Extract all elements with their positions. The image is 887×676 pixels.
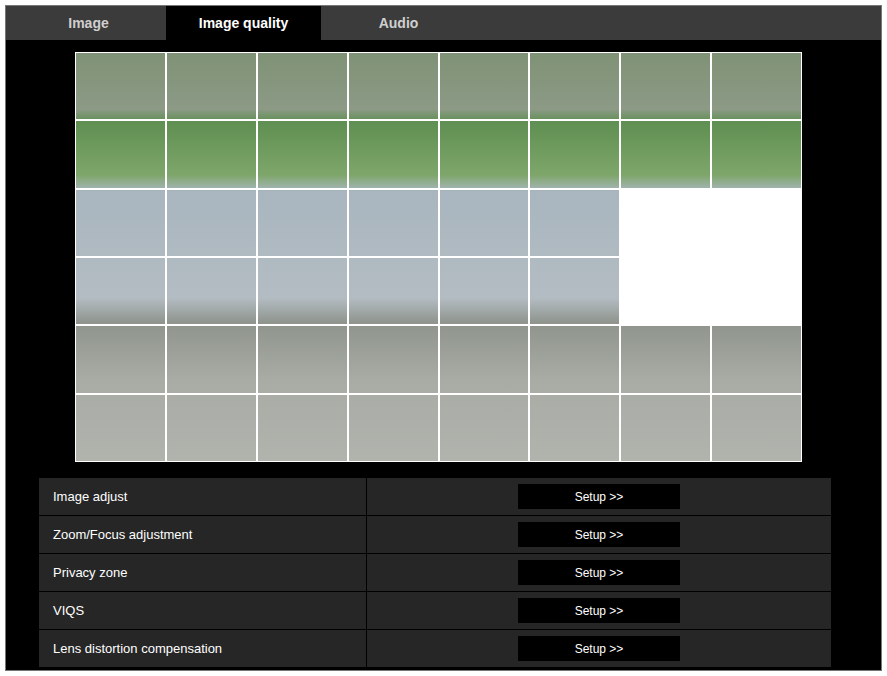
grid-cell[interactable] — [166, 325, 257, 393]
settings-row: VIQS Setup >> — [39, 592, 831, 630]
grid-cell[interactable] — [711, 189, 802, 257]
grid-cell[interactable] — [620, 257, 711, 325]
tab[interactable]: Image — [11, 6, 166, 40]
grid-cell[interactable] — [529, 189, 620, 257]
setup-button[interactable]: Setup >> — [518, 560, 680, 585]
settings-row: Zoom/Focus adjustment Setup >> — [39, 516, 831, 554]
tab-bar: ImageImage qualityAudio — [6, 6, 881, 40]
grid-cell[interactable] — [711, 257, 802, 325]
grid-cell[interactable] — [75, 120, 166, 188]
grid-cell[interactable] — [257, 52, 348, 120]
grid-cell[interactable] — [439, 394, 530, 462]
grid-cell[interactable] — [620, 52, 711, 120]
grid-cell[interactable] — [620, 189, 711, 257]
setup-button[interactable]: Setup >> — [518, 636, 680, 661]
grid-cell[interactable] — [166, 189, 257, 257]
setup-button[interactable]: Setup >> — [518, 522, 680, 547]
button-cell: Setup >> — [367, 554, 831, 591]
grid-cell[interactable] — [75, 325, 166, 393]
grid-cell[interactable] — [257, 120, 348, 188]
grid-cell[interactable] — [439, 325, 530, 393]
grid-cell[interactable] — [166, 394, 257, 462]
grid-cell[interactable] — [348, 257, 439, 325]
setting-label: Privacy zone — [39, 554, 367, 591]
tab[interactable]: Audio — [321, 6, 476, 40]
grid-cell[interactable] — [348, 52, 439, 120]
setting-label: Image adjust — [39, 478, 367, 515]
grid-cell[interactable] — [711, 52, 802, 120]
grid-cell[interactable] — [711, 325, 802, 393]
grid-cell[interactable] — [439, 189, 530, 257]
grid-cell[interactable] — [75, 394, 166, 462]
grid-cell[interactable] — [166, 120, 257, 188]
settings-window: ImageImage qualityAudio Image adjust Setu… — [5, 5, 882, 671]
grid-cell[interactable] — [75, 189, 166, 257]
grid-cell[interactable] — [439, 257, 530, 325]
grid-cell[interactable] — [529, 52, 620, 120]
grid-cell[interactable] — [711, 394, 802, 462]
setup-button[interactable]: Setup >> — [518, 484, 680, 509]
grid-cell[interactable] — [257, 189, 348, 257]
settings-row: Image adjust Setup >> — [39, 478, 831, 516]
settings-row: Privacy zone Setup >> — [39, 554, 831, 592]
grid-cell[interactable] — [257, 325, 348, 393]
setting-label: Zoom/Focus adjustment — [39, 516, 367, 553]
settings-table: Image adjustSetup >>Zoom/Focus adjustmen… — [39, 478, 831, 668]
grid-cell[interactable] — [620, 120, 711, 188]
button-cell: Setup >> — [367, 592, 831, 629]
setting-label: Lens distortion compensation — [39, 630, 367, 667]
grid-cell[interactable] — [257, 257, 348, 325]
grid-cell[interactable] — [348, 120, 439, 188]
grid-cell[interactable] — [620, 394, 711, 462]
grid-cell[interactable] — [75, 52, 166, 120]
grid-cell[interactable] — [620, 325, 711, 393]
grid-cell[interactable] — [348, 394, 439, 462]
grid-cell[interactable] — [257, 394, 348, 462]
camera-image — [75, 52, 802, 462]
grid-cell[interactable] — [75, 257, 166, 325]
grid-cell[interactable] — [529, 257, 620, 325]
grid-cell[interactable] — [439, 52, 530, 120]
grid-cell[interactable] — [439, 120, 530, 188]
setup-button[interactable]: Setup >> — [518, 598, 680, 623]
button-cell: Setup >> — [367, 516, 831, 553]
grid-cell[interactable] — [348, 325, 439, 393]
grid-cell[interactable] — [529, 120, 620, 188]
button-cell: Setup >> — [367, 630, 831, 667]
grid-cell[interactable] — [529, 394, 620, 462]
grid-cell[interactable] — [529, 325, 620, 393]
grid-cell[interactable] — [348, 189, 439, 257]
grid-cell[interactable] — [166, 257, 257, 325]
tab[interactable]: Image quality — [166, 6, 321, 40]
setting-label: VIQS — [39, 592, 367, 629]
button-cell: Setup >> — [367, 478, 831, 515]
settings-row: Lens distortion compensation Setup >> — [39, 630, 831, 668]
grid-cell[interactable] — [711, 120, 802, 188]
grid-cell[interactable] — [166, 52, 257, 120]
